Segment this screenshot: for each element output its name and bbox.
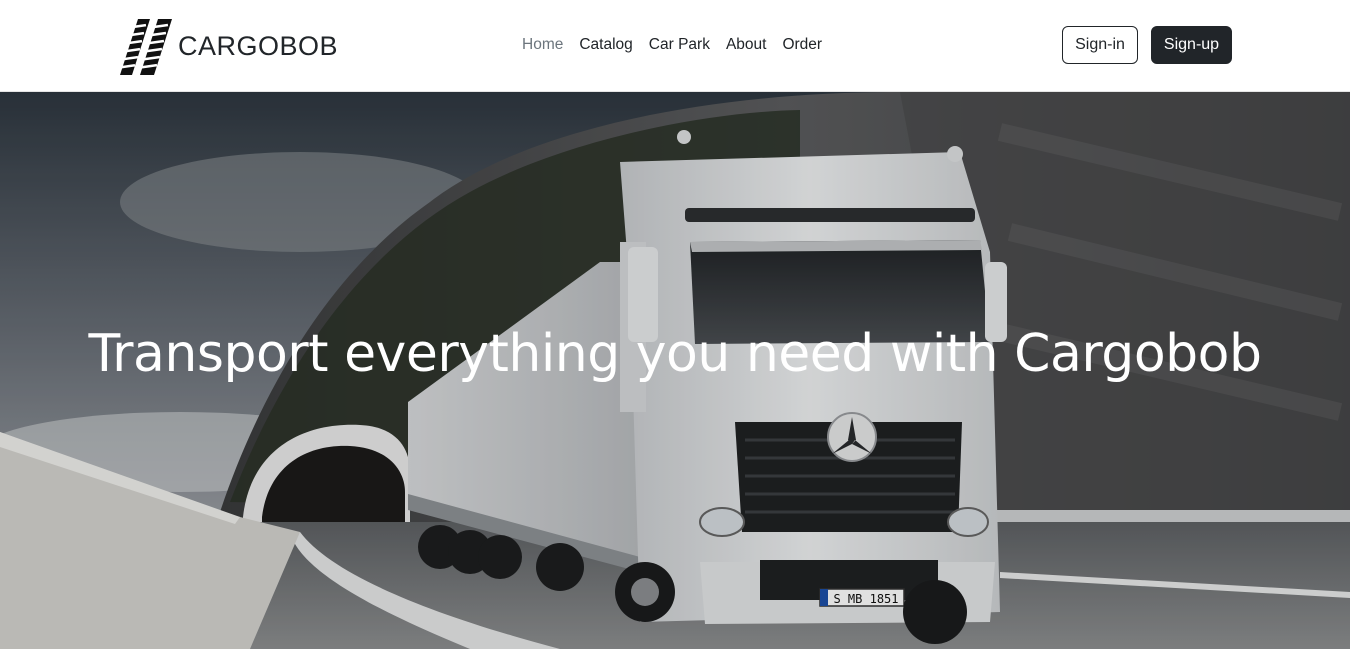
hero-title: Transport everything you need with Cargo… xyxy=(88,324,1262,384)
brand-name: CARGOBOB xyxy=(178,30,339,61)
sign-in-button[interactable]: Sign-in xyxy=(1062,26,1138,64)
brand-link[interactable]: CARGOBOB xyxy=(120,16,338,76)
sign-up-button[interactable]: Sign-up xyxy=(1151,26,1232,64)
main-nav: Home Catalog Car Park About Order xyxy=(514,34,830,56)
nav-home[interactable]: Home xyxy=(514,34,571,56)
hero-banner: S MB 1851 Transport everything you need … xyxy=(0,92,1350,649)
nav-order[interactable]: Order xyxy=(774,34,830,56)
nav-car-park[interactable]: Car Park xyxy=(641,34,718,56)
top-navbar: CARGOBOB Home Catalog Car Park About Ord… xyxy=(0,0,1350,92)
tire-tracks-icon xyxy=(120,19,172,75)
nav-about[interactable]: About xyxy=(718,34,775,56)
nav-catalog[interactable]: Catalog xyxy=(571,34,640,56)
